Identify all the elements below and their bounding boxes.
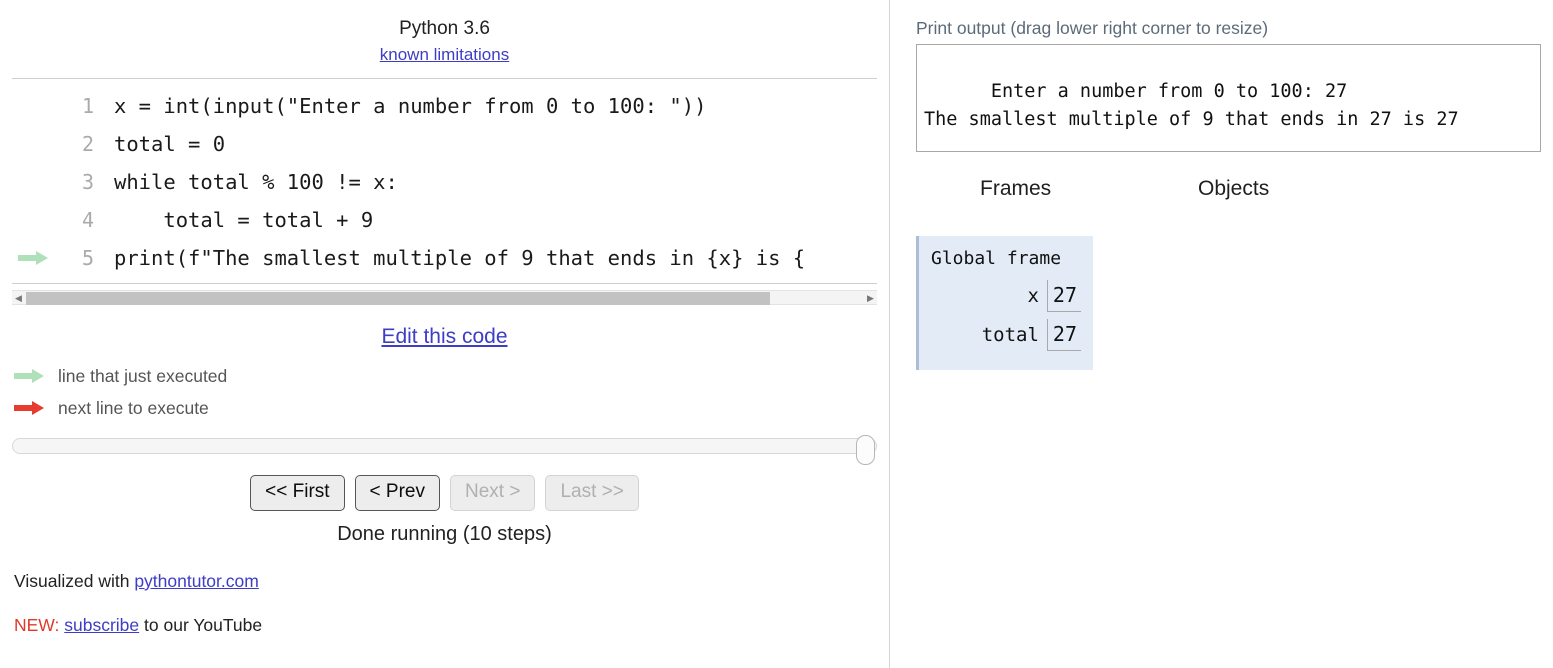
print-output-box[interactable]: Enter a number from 0 to 100: 27 The sma… [916, 44, 1541, 152]
print-output-label: Print output (drag lower right corner to… [916, 18, 1269, 38]
code-pane: Python 3.6 known limitations 1 x = int(i… [0, 0, 889, 668]
slider-handle[interactable] [856, 435, 875, 465]
variable-value: 27 [1046, 319, 1081, 351]
step-navigation-buttons: << First < Prev Next > Last >> [0, 475, 889, 511]
code-horizontal-scrollbar[interactable]: ◀ ▶ [12, 290, 877, 305]
execution-marker-gutter [12, 246, 64, 270]
code-header: Python 3.6 known limitations [0, 0, 889, 66]
visualized-with-label: Visualized with [14, 571, 130, 591]
edit-code-container: Edit this code [0, 325, 889, 349]
edit-this-code-link[interactable]: Edit this code [381, 325, 507, 348]
code-line-text: total = total + 9 [114, 208, 374, 232]
variable-value: 27 [1046, 280, 1081, 312]
code-line-text: while total % 100 != x: [114, 170, 398, 194]
subscribe-link[interactable]: subscribe [64, 615, 139, 635]
line-number: 4 [81, 208, 94, 232]
variable-name: x [1027, 285, 1039, 307]
footer: Visualized with pythontutor.com NEW: sub… [14, 568, 889, 638]
python-version-label: Python 3.6 [399, 18, 490, 39]
last-button: Last >> [545, 475, 639, 511]
just-executed-arrow-icon [18, 251, 50, 265]
scrollbar-thumb[interactable] [26, 292, 770, 305]
scroll-right-arrow-icon[interactable]: ▶ [865, 293, 876, 304]
code-display: 1 x = int(input("Enter a number from 0 t… [12, 79, 877, 283]
execution-status-label: Done running (10 steps) [337, 523, 552, 545]
legend-just-executed-label: line that just executed [58, 365, 228, 386]
resize-grip-icon[interactable] [1521, 133, 1537, 149]
prev-button[interactable]: < Prev [354, 475, 440, 511]
code-line: 3 while total % 100 != x: [12, 163, 877, 201]
objects-header: Objects [1198, 177, 1270, 200]
code-line-text: total = 0 [114, 132, 226, 156]
first-button[interactable]: << First [250, 475, 345, 511]
just-executed-arrow-icon [14, 369, 46, 383]
pythontutor-visualizer: Python 3.6 known limitations 1 x = int(i… [0, 0, 1553, 668]
known-limitations-link[interactable]: known limitations [380, 44, 509, 66]
code-line: 2 total = 0 [12, 125, 877, 163]
code-line: 4 total = total + 9 [12, 201, 877, 239]
frames-objects-header: Frames Objects [890, 174, 1553, 204]
global-frame: Global frame x 27 total 27 [916, 236, 1093, 370]
next-line-arrow-icon [14, 401, 46, 415]
frame-variable-row: total 27 [931, 319, 1081, 351]
pythontutor-link[interactable]: pythontutor.com [134, 571, 259, 591]
scroll-left-arrow-icon[interactable]: ◀ [13, 293, 24, 304]
variable-name: total [981, 324, 1039, 346]
code-line-current: 5 print(f"The smallest multiple of 9 tha… [12, 239, 877, 277]
legend-next-line: next line to execute [14, 395, 889, 421]
step-slider[interactable] [12, 435, 877, 465]
line-number: 3 [81, 170, 94, 194]
line-number: 2 [81, 132, 94, 156]
line-number: 5 [81, 246, 94, 270]
subscribe-line: NEW: subscribe to our YouTube [14, 612, 889, 638]
frame-variable-row: x 27 [931, 280, 1081, 312]
frames-header: Frames [980, 177, 1052, 200]
legend-just-executed: line that just executed [14, 363, 889, 389]
code-bottom-divider [12, 283, 877, 284]
next-button: Next > [450, 475, 536, 511]
youtube-label: to our YouTube [144, 615, 263, 635]
execution-legend: line that just executed next line to exe… [14, 363, 889, 421]
global-frame-title: Global frame [931, 248, 1062, 269]
code-line-text: x = int(input("Enter a number from 0 to … [114, 94, 707, 118]
new-badge: NEW: [14, 615, 60, 635]
legend-next-line-label: next line to execute [58, 397, 209, 418]
visualized-with-line: Visualized with pythontutor.com [14, 568, 889, 594]
output-pane: Print output (drag lower right corner to… [890, 0, 1553, 668]
code-line: 1 x = int(input("Enter a number from 0 t… [12, 87, 877, 125]
code-line-text: print(f"The smallest multiple of 9 that … [114, 246, 806, 270]
print-output-text: Enter a number from 0 to 100: 27 The sma… [924, 81, 1459, 130]
line-number: 1 [81, 94, 94, 118]
slider-track[interactable] [12, 438, 877, 454]
